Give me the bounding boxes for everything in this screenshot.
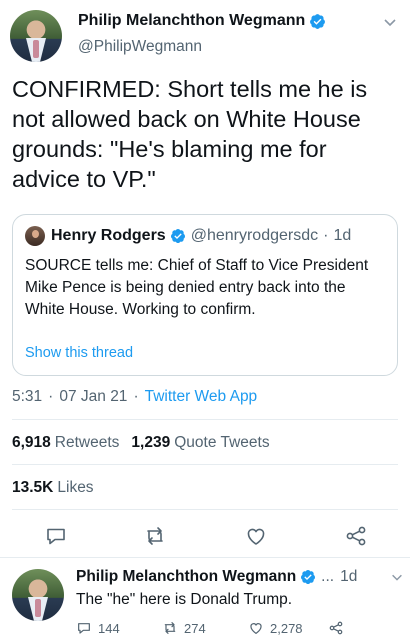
verified-badge-icon: [301, 570, 316, 584]
tweet-time[interactable]: 5:31: [12, 388, 42, 406]
quote-tweets-stat[interactable]: 1,239 Quote Tweets: [131, 434, 269, 452]
reply-icon: [78, 623, 90, 634]
reply-likes-count: 2,278: [270, 620, 303, 636]
reply-action-bar: 144 274 2,278: [76, 620, 396, 639]
retweets-count: 6,918: [12, 434, 51, 451]
reply-retweet-button[interactable]: 274: [162, 620, 206, 636]
separator-dot: ·: [133, 388, 139, 405]
author-name-row: Philip Melanchthon Wegmann: [78, 12, 326, 30]
separator-dot: ·: [323, 227, 329, 244]
separator-dot: ·: [48, 388, 54, 405]
verified-badge-icon: [310, 13, 326, 29]
quoted-author-row: Henry Rodgers @henryrodgersdc · 1d: [25, 226, 351, 246]
tweet-date[interactable]: 07 Jan 21: [59, 388, 127, 406]
divider: [12, 419, 398, 420]
quote-tweets-count: 1,239: [131, 434, 171, 451]
reply-retweets-count: 274: [184, 620, 206, 636]
quoted-author-name: Henry Rodgers: [51, 227, 166, 244]
likes-label: Likes: [57, 479, 94, 496]
divider: [0, 557, 410, 558]
reply-author-row: Philip Melanchthon Wegmann ... 1d: [76, 568, 357, 586]
divider: [12, 509, 398, 510]
reply-author-avatar[interactable]: [12, 569, 64, 621]
quoted-timestamp: 1d: [333, 227, 352, 244]
reply-reply-button[interactable]: 144: [76, 620, 120, 636]
reply-share-button[interactable]: [328, 620, 350, 636]
reply-timestamp: 1d: [340, 568, 358, 585]
engagement-stats: 6,918 Retweets 1,239 Quote Tweets: [12, 434, 270, 452]
share-icon: [329, 621, 343, 635]
tweet-action-bar: [0, 520, 410, 550]
share-icon[interactable]: [344, 524, 368, 548]
reply-author-handle: ...: [321, 568, 335, 585]
likes-stat[interactable]: 13.5K Likes: [12, 479, 94, 497]
quoted-tweet-text: SOURCE tells me: Chief of Staff to Vice …: [25, 257, 369, 318]
quoted-author-handle: @henryrodgersdc: [190, 227, 319, 244]
show-thread-link[interactable]: Show this thread: [25, 345, 133, 361]
reply-text: The "he" here is Donald Trump.: [76, 591, 293, 608]
chevron-down-icon[interactable]: [382, 14, 398, 30]
divider: [12, 464, 398, 465]
reply-replies-count: 144: [98, 620, 120, 636]
verified-badge-icon: [170, 229, 185, 243]
tweet-meta: 5:31 · 07 Jan 21 · Twitter Web App: [12, 388, 257, 406]
like-icon: [250, 623, 262, 634]
reply-like-button[interactable]: 2,278: [248, 620, 303, 636]
chevron-down-icon[interactable]: [390, 570, 404, 584]
quote-tweets-label: Quote Tweets: [174, 434, 270, 451]
author-handle[interactable]: @PhilipWegmann: [78, 38, 202, 56]
author-avatar[interactable]: [10, 10, 62, 62]
tweet-source-app[interactable]: Twitter Web App: [145, 388, 258, 406]
retweets-stat[interactable]: 6,918 Retweets: [12, 434, 119, 452]
reply-tweet[interactable]: Philip Melanchthon Wegmann ... 1d The "h…: [0, 560, 410, 639]
retweets-label: Retweets: [54, 434, 120, 451]
likes-count: 13.5K: [12, 479, 54, 496]
retweet-icon: [164, 622, 176, 634]
author-name[interactable]: Philip Melanchthon Wegmann: [78, 12, 305, 30]
reply-author-name[interactable]: Philip Melanchthon Wegmann: [76, 568, 296, 586]
quoted-tweet-card[interactable]: Henry Rodgers @henryrodgersdc · 1d SOURC…: [12, 214, 398, 376]
like-icon[interactable]: [244, 524, 268, 548]
reply-icon[interactable]: [44, 524, 68, 548]
retweet-icon[interactable]: [143, 524, 167, 548]
tweet-header: Philip Melanchthon Wegmann @PhilipWegman…: [10, 10, 400, 62]
quoted-author-avatar: [25, 226, 45, 246]
tweet-text: CONFIRMED: Short tells me he is not allo…: [12, 76, 368, 192]
